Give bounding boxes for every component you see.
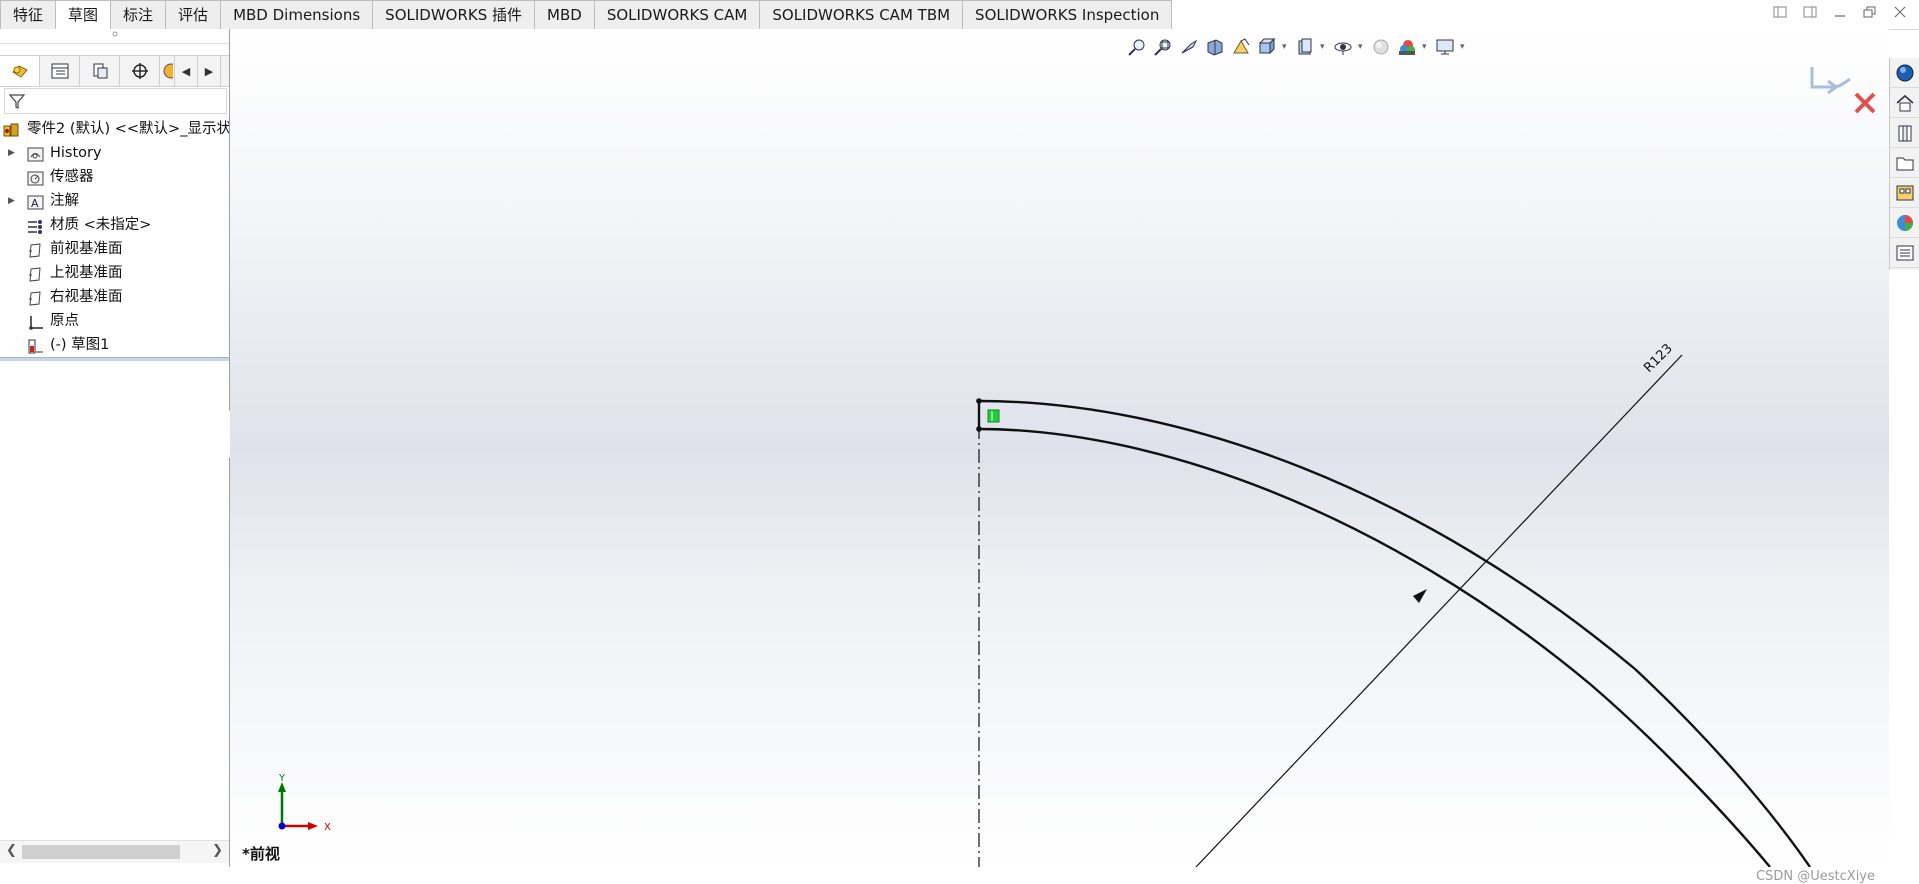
design-library-icon[interactable] [1890, 118, 1919, 148]
tree-root-label: 零件2 (默认) <<默认>_显示状 [27, 121, 229, 137]
tree-horizontal-scrollbar[interactable]: ❮ ❯ [0, 840, 229, 863]
tile-left-icon[interactable] [1771, 6, 1789, 22]
radius-dimension-text[interactable]: R123 [1641, 341, 1676, 376]
watermark-text: CSDN @UestcXiye [1756, 869, 1875, 884]
tree-item-label: 原点 [50, 313, 79, 329]
view-orientation-label: *前视 [242, 845, 280, 863]
radius-dimension-leader[interactable] [1195, 354, 1683, 867]
property-manager-tab-icon[interactable] [40, 56, 80, 86]
tree-item-history[interactable]: ▶ History [0, 141, 229, 165]
tree-item-label: 右视基准面 [50, 289, 123, 305]
close-icon[interactable] [1891, 6, 1909, 22]
history-folder-icon [27, 146, 44, 162]
tab-features[interactable]: 特征 [0, 0, 57, 30]
sketch-canvas[interactable]: R123 [230, 29, 1889, 867]
sketch-icon [27, 338, 43, 354]
tab-solidworks-cam[interactable]: SOLIDWORKS CAM [594, 0, 761, 30]
tree-item-label: (-) 草图1 [50, 337, 110, 353]
command-manager-tabbar: 特征 草图 标注 评估 MBD Dimensions SOLIDWORKS 插件… [0, 0, 1919, 30]
expand-arrow-icon[interactable]: ▶ [8, 141, 15, 165]
tree-item-right-plane[interactable]: 右视基准面 [0, 285, 229, 309]
svg-text:A: A [31, 197, 39, 210]
panel-tabs-scroll-left-icon[interactable]: ◀ [175, 56, 198, 86]
plane-icon [27, 242, 43, 258]
task-pane-tabs [1889, 58, 1919, 270]
sketch-arc-outer[interactable] [978, 399, 1811, 867]
tree-item-label: 传感器 [50, 169, 94, 185]
restore-icon[interactable] [1861, 6, 1879, 22]
plane-icon [27, 290, 43, 306]
triad-y-label: Y [278, 774, 286, 784]
tile-right-icon[interactable] [1801, 6, 1819, 22]
cancel-sketch-icon[interactable] [1854, 92, 1876, 114]
tab-solidworks-inspection[interactable]: SOLIDWORKS Inspection [963, 0, 1173, 30]
file-explorer-icon[interactable] [1890, 148, 1919, 178]
panel-tabs-scroll-right-icon[interactable]: ▶ [198, 56, 221, 86]
solidworks-resources-icon[interactable] [1890, 58, 1919, 88]
tree-item-sensors[interactable]: 传感器 [0, 165, 229, 189]
dimension-arrowhead [1413, 589, 1427, 603]
tab-solidworks-addins[interactable]: SOLIDWORKS 插件 [373, 0, 536, 30]
tree-item-label: 前视基准面 [50, 241, 123, 257]
triad-z-axis [278, 822, 286, 830]
annotations-icon: A [27, 194, 44, 210]
exit-sketch-icon[interactable] [1810, 67, 1851, 95]
confirmation-corner [1810, 67, 1876, 114]
tree-item-material[interactable]: 材质 <未指定> [0, 213, 229, 237]
tree-root-part[interactable]: 零件2 (默认) <<默认>_显示状 [0, 117, 229, 141]
coincident-relation-marker[interactable] [987, 409, 1000, 423]
panel-grip-handle[interactable] [0, 29, 229, 44]
reference-triad: Y X [278, 774, 331, 833]
configuration-manager-tab-icon[interactable] [80, 56, 120, 86]
dimxpert-manager-tab-icon[interactable] [120, 56, 160, 86]
plane-icon [27, 266, 43, 282]
tree-item-annotations[interactable]: ▶ A 注解 [0, 189, 229, 213]
feature-manager-panel: ◀ ▶ 零件2 (默认) <<默认>_显示状 ▶ History 传感器 ▶ A… [0, 29, 230, 867]
triad-x-label: X [324, 822, 331, 833]
document-window-controls [1771, 6, 1909, 22]
material-icon [27, 218, 43, 234]
feature-manager-tab-icon[interactable] [0, 56, 40, 86]
tab-markup[interactable]: 标注 [111, 0, 167, 30]
tree-item-label: History [50, 145, 102, 161]
scrollbar-thumb[interactable] [22, 845, 180, 859]
rollback-bar[interactable] [0, 357, 229, 361]
filter-icon[interactable] [8, 92, 26, 110]
panel-tab-strip: ◀ ▶ [0, 55, 229, 87]
custom-properties-icon[interactable] [1890, 238, 1919, 268]
appearances-scenes-icon[interactable] [1890, 208, 1919, 238]
expand-arrow-icon[interactable]: ▶ [8, 189, 15, 213]
tree-item-label: 材质 <未指定> [50, 217, 152, 233]
sketch-endpoint[interactable] [976, 426, 982, 432]
tree-item-top-plane[interactable]: 上视基准面 [0, 261, 229, 285]
tab-evaluate[interactable]: 评估 [166, 0, 222, 30]
tree-filter-field[interactable] [4, 88, 227, 114]
view-palette-icon[interactable] [1890, 178, 1919, 208]
sketch-endpoint[interactable] [976, 398, 982, 404]
origin-icon [27, 314, 43, 330]
home-icon[interactable] [1890, 88, 1919, 118]
sketch-arc-inner[interactable] [978, 427, 1771, 867]
feature-tree: 零件2 (默认) <<默认>_显示状 ▶ History 传感器 ▶ A 注解 [0, 117, 229, 357]
graphics-area[interactable]: ▾ ▾ ▾ ▾ ▾ R123 Y X *前视 CSDN @UestcXiye [230, 29, 1889, 884]
tree-item-origin[interactable]: 原点 [0, 309, 229, 333]
part-icon [3, 122, 19, 137]
scroll-left-icon[interactable]: ❮ [6, 843, 17, 858]
tree-item-label: 注解 [50, 193, 79, 209]
display-manager-tab-icon[interactable] [160, 56, 175, 86]
tree-item-front-plane[interactable]: 前视基准面 [0, 237, 229, 261]
minimize-icon[interactable] [1831, 6, 1849, 22]
scroll-right-icon[interactable]: ❯ [212, 843, 223, 858]
command-manager-tabs: 特征 草图 标注 评估 MBD Dimensions SOLIDWORKS 插件… [0, 0, 1173, 30]
tree-item-sketch1[interactable]: (-) 草图1 [0, 333, 229, 357]
tab-mbd[interactable]: MBD [535, 0, 595, 30]
sensor-icon [27, 170, 44, 186]
tab-mbd-dimensions[interactable]: MBD Dimensions [221, 0, 374, 30]
tab-sketch[interactable]: 草图 [56, 0, 112, 30]
tab-solidworks-cam-tbm[interactable]: SOLIDWORKS CAM TBM [760, 0, 964, 30]
tree-item-label: 上视基准面 [50, 265, 123, 281]
triad-x-arrow [308, 822, 318, 830]
